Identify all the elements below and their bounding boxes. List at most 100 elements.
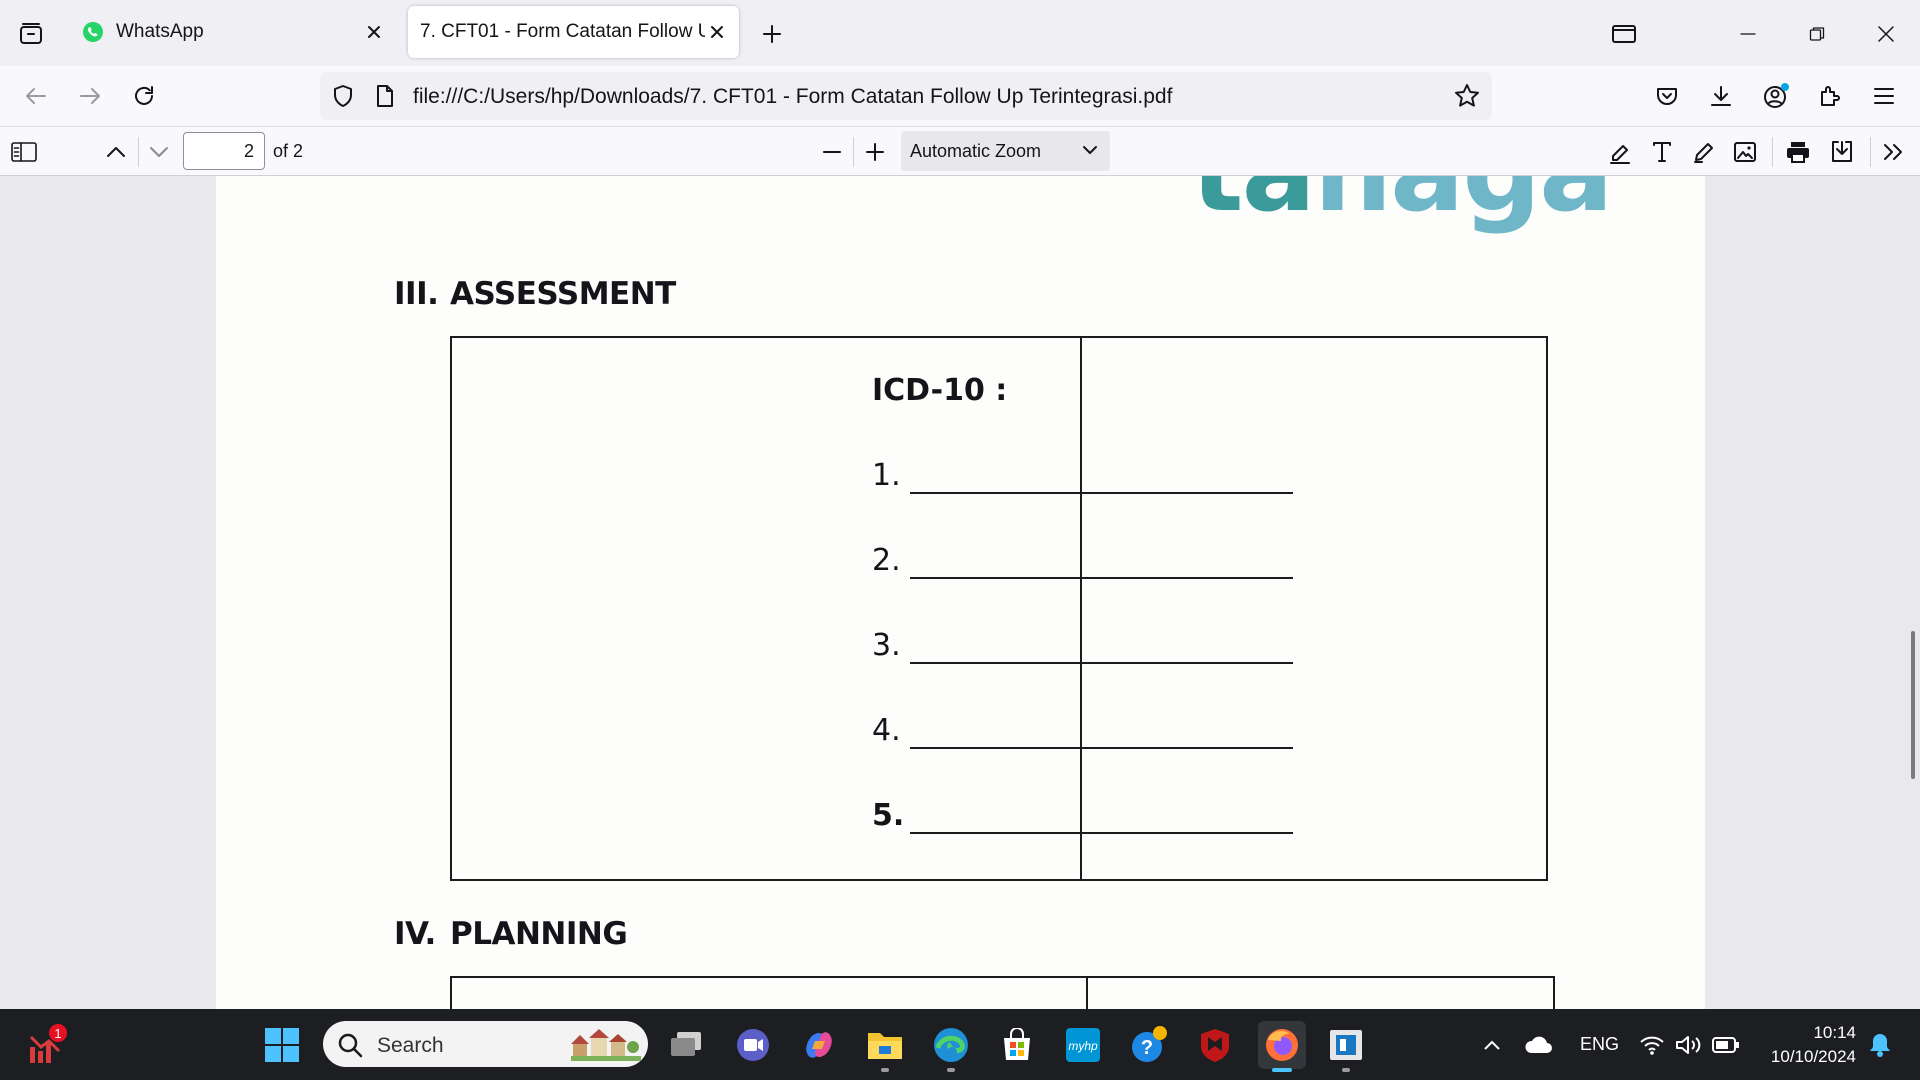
new-tab-icon[interactable] bbox=[758, 20, 786, 48]
mcafee-shield-icon[interactable] bbox=[1193, 1023, 1237, 1067]
myhp-icon[interactable]: myhp bbox=[1061, 1023, 1105, 1067]
search-placeholder: Search bbox=[377, 1034, 444, 1057]
pdf-viewer[interactable]: tanaga III. ASSESSMENT ICD-10 : 1. 2. 3. … bbox=[0, 176, 1920, 1009]
start-windows-icon[interactable] bbox=[260, 1023, 304, 1067]
previous-page-icon[interactable] bbox=[102, 138, 130, 166]
snipping-app-icon[interactable] bbox=[1324, 1023, 1368, 1067]
clock-time: 10:14 bbox=[1813, 1023, 1856, 1042]
close-tab-icon[interactable] bbox=[705, 20, 729, 44]
battery-icon[interactable] bbox=[1704, 1023, 1748, 1067]
table-divider bbox=[1080, 338, 1082, 879]
back-arrow-icon[interactable] bbox=[20, 80, 52, 112]
whatsapp-icon bbox=[83, 22, 103, 42]
show-hidden-icons-chevron-icon[interactable] bbox=[1470, 1023, 1514, 1067]
downloads-icon[interactable] bbox=[1705, 80, 1737, 112]
address-bar[interactable]: file:///C:/Users/hp/Downloads/7. CFT01 -… bbox=[320, 72, 1492, 120]
reload-icon[interactable] bbox=[128, 80, 160, 112]
icd-item-number: 4. bbox=[872, 713, 901, 748]
zoom-out-icon[interactable] bbox=[818, 138, 846, 166]
zoom-select-label: Automatic Zoom bbox=[910, 141, 1042, 161]
icd-10-label: ICD-10 : bbox=[872, 373, 1008, 408]
close-window-icon[interactable] bbox=[1872, 20, 1900, 48]
svg-text:myhp: myhp bbox=[1068, 1039, 1098, 1053]
icd-item-number: 2. bbox=[872, 543, 901, 578]
running-app-indicator bbox=[947, 1068, 955, 1072]
pocket-icon[interactable] bbox=[1651, 80, 1683, 112]
tab-whatsapp[interactable]: WhatsApp bbox=[70, 6, 396, 58]
save-download-icon[interactable] bbox=[1828, 138, 1856, 166]
clock-date: 10/10/2024 bbox=[1770, 1047, 1856, 1066]
add-image-icon[interactable] bbox=[1731, 138, 1759, 166]
bookmark-star-icon[interactable] bbox=[1454, 83, 1480, 109]
organization-logo: tanaga bbox=[1191, 176, 1613, 236]
icd-entry-line bbox=[910, 492, 1293, 494]
toolbar-separator bbox=[853, 137, 854, 167]
print-icon[interactable] bbox=[1784, 138, 1812, 166]
running-app-indicator bbox=[1342, 1068, 1350, 1072]
zoom-in-icon[interactable] bbox=[861, 138, 889, 166]
more-tools-chevrons-icon[interactable] bbox=[1880, 138, 1908, 166]
restore-icon[interactable] bbox=[1803, 20, 1831, 48]
page-info-icon[interactable] bbox=[374, 84, 396, 108]
icd-entry-line bbox=[910, 747, 1293, 749]
account-icon[interactable] bbox=[1760, 80, 1792, 112]
menu-hamburger-icon[interactable] bbox=[1868, 80, 1900, 112]
page-count: of 2 bbox=[273, 141, 304, 161]
running-app-indicator bbox=[881, 1068, 889, 1072]
next-page-icon[interactable] bbox=[145, 138, 173, 166]
list-all-tabs-icon[interactable] bbox=[14, 20, 48, 48]
toolbar-separator bbox=[1772, 137, 1773, 167]
assessment-heading: III. ASSESSMENT bbox=[394, 276, 676, 312]
notification-badge-count: 1 bbox=[54, 1026, 61, 1041]
assessment-table: ICD-10 : 1. 2. 3. 4. 5. bbox=[450, 336, 1548, 881]
edge-browser-icon[interactable] bbox=[929, 1023, 973, 1067]
file-explorer-icon[interactable] bbox=[863, 1023, 907, 1067]
get-help-icon[interactable]: ? bbox=[1127, 1023, 1171, 1067]
system-clock[interactable]: 10:14 10/10/2024 bbox=[1760, 1021, 1856, 1069]
taskbar-search-box[interactable]: Search bbox=[323, 1021, 648, 1067]
zoom-select[interactable]: Automatic Zoom bbox=[901, 131, 1110, 171]
planning-heading: IV. PLANNING bbox=[394, 916, 628, 952]
icd-entry-line bbox=[910, 577, 1293, 579]
table-divider bbox=[1086, 978, 1088, 1009]
url-text: file:///C:/Users/hp/Downloads/7. CFT01 -… bbox=[413, 85, 1173, 108]
page-number-input[interactable]: 2 bbox=[183, 132, 265, 170]
picture-in-picture-icon[interactable] bbox=[1610, 20, 1638, 48]
icd-entry-line bbox=[910, 662, 1293, 664]
task-view-icon[interactable] bbox=[664, 1023, 708, 1067]
input-language[interactable]: ENG bbox=[1580, 1034, 1619, 1055]
extensions-icon[interactable] bbox=[1814, 80, 1846, 112]
video-call-app-icon[interactable] bbox=[731, 1023, 775, 1067]
icd-item-number: 5. bbox=[872, 798, 905, 833]
svg-text:?: ? bbox=[1141, 1037, 1153, 1059]
sidebar-toggle-icon[interactable] bbox=[10, 138, 38, 166]
icd-item-number: 1. bbox=[872, 458, 901, 493]
section-title-text: PLANNING bbox=[450, 916, 628, 952]
draw-pencil-icon[interactable] bbox=[1690, 138, 1718, 166]
tab-strip: WhatsApp 7. CFT01 - Form Catatan Follow … bbox=[0, 0, 1920, 66]
toolbar-separator bbox=[1870, 137, 1871, 167]
tab-title: 7. CFT01 - Form Catatan Follow Up bbox=[420, 21, 705, 42]
tab-title: WhatsApp bbox=[116, 21, 204, 42]
firefox-icon[interactable] bbox=[1258, 1021, 1306, 1069]
highlight-icon[interactable] bbox=[1606, 138, 1634, 166]
text-annotation-icon[interactable] bbox=[1648, 138, 1676, 166]
navigation-bar: file:///C:/Users/hp/Downloads/7. CFT01 -… bbox=[0, 66, 1920, 126]
pdf-toolbar: 2 of 2 Automatic Zoom bbox=[0, 126, 1920, 176]
onedrive-cloud-icon[interactable] bbox=[1517, 1023, 1561, 1067]
mcafee-alert-icon[interactable]: 1 bbox=[26, 1023, 70, 1067]
section-numeral: IV. bbox=[394, 916, 436, 952]
planning-table bbox=[450, 976, 1555, 1009]
notification-bell-icon[interactable] bbox=[1858, 1023, 1902, 1067]
tracking-protection-shield-icon[interactable] bbox=[331, 84, 355, 108]
chevron-down-icon bbox=[1081, 141, 1099, 159]
icd-item-number: 3. bbox=[872, 628, 901, 663]
vertical-scrollbar[interactable] bbox=[1911, 631, 1915, 779]
windows-taskbar: 1 Search myhp ? ENG 10:14 10/10/2024 bbox=[0, 1009, 1920, 1080]
minimize-icon[interactable] bbox=[1734, 20, 1762, 48]
close-tab-icon[interactable] bbox=[362, 20, 386, 44]
tab-pdf-form[interactable]: 7. CFT01 - Form Catatan Follow Up bbox=[408, 6, 739, 58]
copilot-icon[interactable] bbox=[797, 1023, 841, 1067]
microsoft-store-icon[interactable] bbox=[995, 1023, 1039, 1067]
forward-arrow-icon[interactable] bbox=[74, 80, 106, 112]
